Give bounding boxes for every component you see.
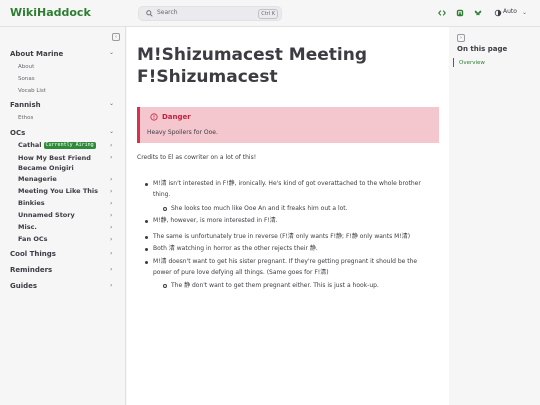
danger-callout: Danger Heavy Spoilers for Ooe. <box>137 107 439 143</box>
sidebar-item-cathal[interactable]: Cathal Currently Airing <box>18 140 96 150</box>
appearance-icon <box>494 9 502 17</box>
search-placeholder: Search <box>157 9 178 16</box>
warning-icon <box>150 113 158 121</box>
chevron-right-icon[interactable]: › <box>110 154 112 161</box>
main-content: M!Shizumacest Meeting F!Shizumacest Dang… <box>127 27 449 405</box>
list-item: She looks too much like Ooe An and it fr… <box>171 205 348 212</box>
chevron-right-icon[interactable]: › <box>110 250 112 257</box>
sidebar-section-fannish[interactable]: Fannish <box>10 101 41 109</box>
list-item: The same is unfortunately true in revers… <box>153 233 411 240</box>
sidebar-item-how-my-best-friend[interactable]: How My Best Friend Became Onigiri <box>18 153 108 173</box>
page-title: M!Shizumacest Meeting F!Shizumacest <box>137 45 367 87</box>
sidebar-section-reminders[interactable]: Reminders <box>10 266 52 274</box>
chevron-down-icon[interactable]: ⌄ <box>109 49 114 56</box>
sidebar-item-unnamed-story[interactable]: Unnamed Story <box>18 210 75 220</box>
sidebar-item-menagerie[interactable]: Menagerie <box>18 174 57 184</box>
search-icon <box>146 10 153 17</box>
list-item: M!清 doesn't want to get his sister pregn… <box>153 258 418 276</box>
status-badge: Currently Airing <box>43 142 96 149</box>
bullet-marker <box>145 248 148 251</box>
bullet-marker <box>145 261 148 264</box>
list-item: M!清 isn't interested in F!静, ironically.… <box>153 180 421 198</box>
bullet-marker <box>145 220 148 223</box>
danger-title: Danger <box>162 113 191 121</box>
site-logo[interactable]: WikiHaddock <box>10 6 91 19</box>
sidebar-item-meeting-you-like-this[interactable]: Meeting You Like This <box>18 186 98 196</box>
sidebar-item-misc[interactable]: Misc. <box>18 222 37 232</box>
bullet-marker <box>163 207 167 211</box>
chevron-right-icon[interactable]: › <box>110 224 112 231</box>
sidebar-section-ocs[interactable]: OCs <box>10 129 25 137</box>
appearance-switch[interactable]: Auto <box>503 8 517 15</box>
mastodon-icon[interactable] <box>456 9 464 17</box>
chevron-right-icon[interactable]: › <box>110 176 112 183</box>
bluesky-icon[interactable] <box>474 9 482 17</box>
table-of-contents: › On this page Overview <box>449 27 540 405</box>
chevron-right-icon[interactable]: › <box>110 200 112 207</box>
chevron-right-icon[interactable]: › <box>110 188 112 195</box>
chevron-down-icon[interactable]: ⌄ <box>109 128 114 135</box>
bullet-marker <box>163 284 167 288</box>
toc-active-indicator <box>453 58 454 67</box>
code-icon[interactable] <box>438 9 446 17</box>
sidebar-item-label: Cathal <box>18 141 42 149</box>
search-shortcut: Ctrl K <box>258 9 278 19</box>
toc-item-overview[interactable]: Overview <box>459 60 485 66</box>
sidebar-item-fan-ocs[interactable]: Fan OCs <box>18 234 48 244</box>
sidebar-item-vocab-list[interactable]: Vocab List <box>18 88 46 94</box>
chevron-right-icon[interactable]: › <box>110 282 112 289</box>
top-navbar: WikiHaddock Search Ctrl K Auto ⌄ <box>0 0 540 27</box>
toc-title: On this page <box>457 45 508 53</box>
sidebar-item-sonas[interactable]: Sonas <box>18 76 35 82</box>
list-item: M!静, however, is more interested in F!清. <box>153 217 278 224</box>
sidebar-section-cool-things[interactable]: Cool Things <box>10 250 56 258</box>
sidebar-item-ethos[interactable]: Ethos <box>18 115 33 121</box>
bullet-marker <box>145 236 148 239</box>
sidebar-section-about-marine[interactable]: About Marine <box>10 50 63 58</box>
list-item: The 静 don't want to get them pregnant ei… <box>171 282 379 289</box>
search-button[interactable]: Search Ctrl K <box>138 6 282 21</box>
danger-text: Heavy Spoilers for Ooe. <box>147 129 218 136</box>
chevron-right-icon[interactable]: › <box>110 212 112 219</box>
sidebar-item-about[interactable]: About <box>18 64 34 70</box>
chevron-down-icon: ⌄ <box>522 9 528 16</box>
chevron-down-icon[interactable]: ⌄ <box>109 100 114 107</box>
credits-text: Credits to El as cowriter on a lot of th… <box>137 154 257 161</box>
bullet-marker <box>145 183 148 186</box>
collapse-toc-button[interactable]: › <box>457 34 465 42</box>
chevron-right-icon[interactable]: › <box>110 142 112 149</box>
chevron-right-icon[interactable]: › <box>110 266 112 273</box>
sidebar-section-guides[interactable]: Guides <box>10 282 37 290</box>
collapse-sidebar-button[interactable]: ‹ <box>112 33 120 41</box>
chevron-right-icon[interactable]: › <box>110 236 112 243</box>
sidebar: ‹ About Marine ⌄ About Sonas Vocab List … <box>0 27 126 405</box>
list-item: Both 清 watching in horror as the other r… <box>153 245 318 252</box>
sidebar-item-binkies[interactable]: Binkies <box>18 198 45 208</box>
